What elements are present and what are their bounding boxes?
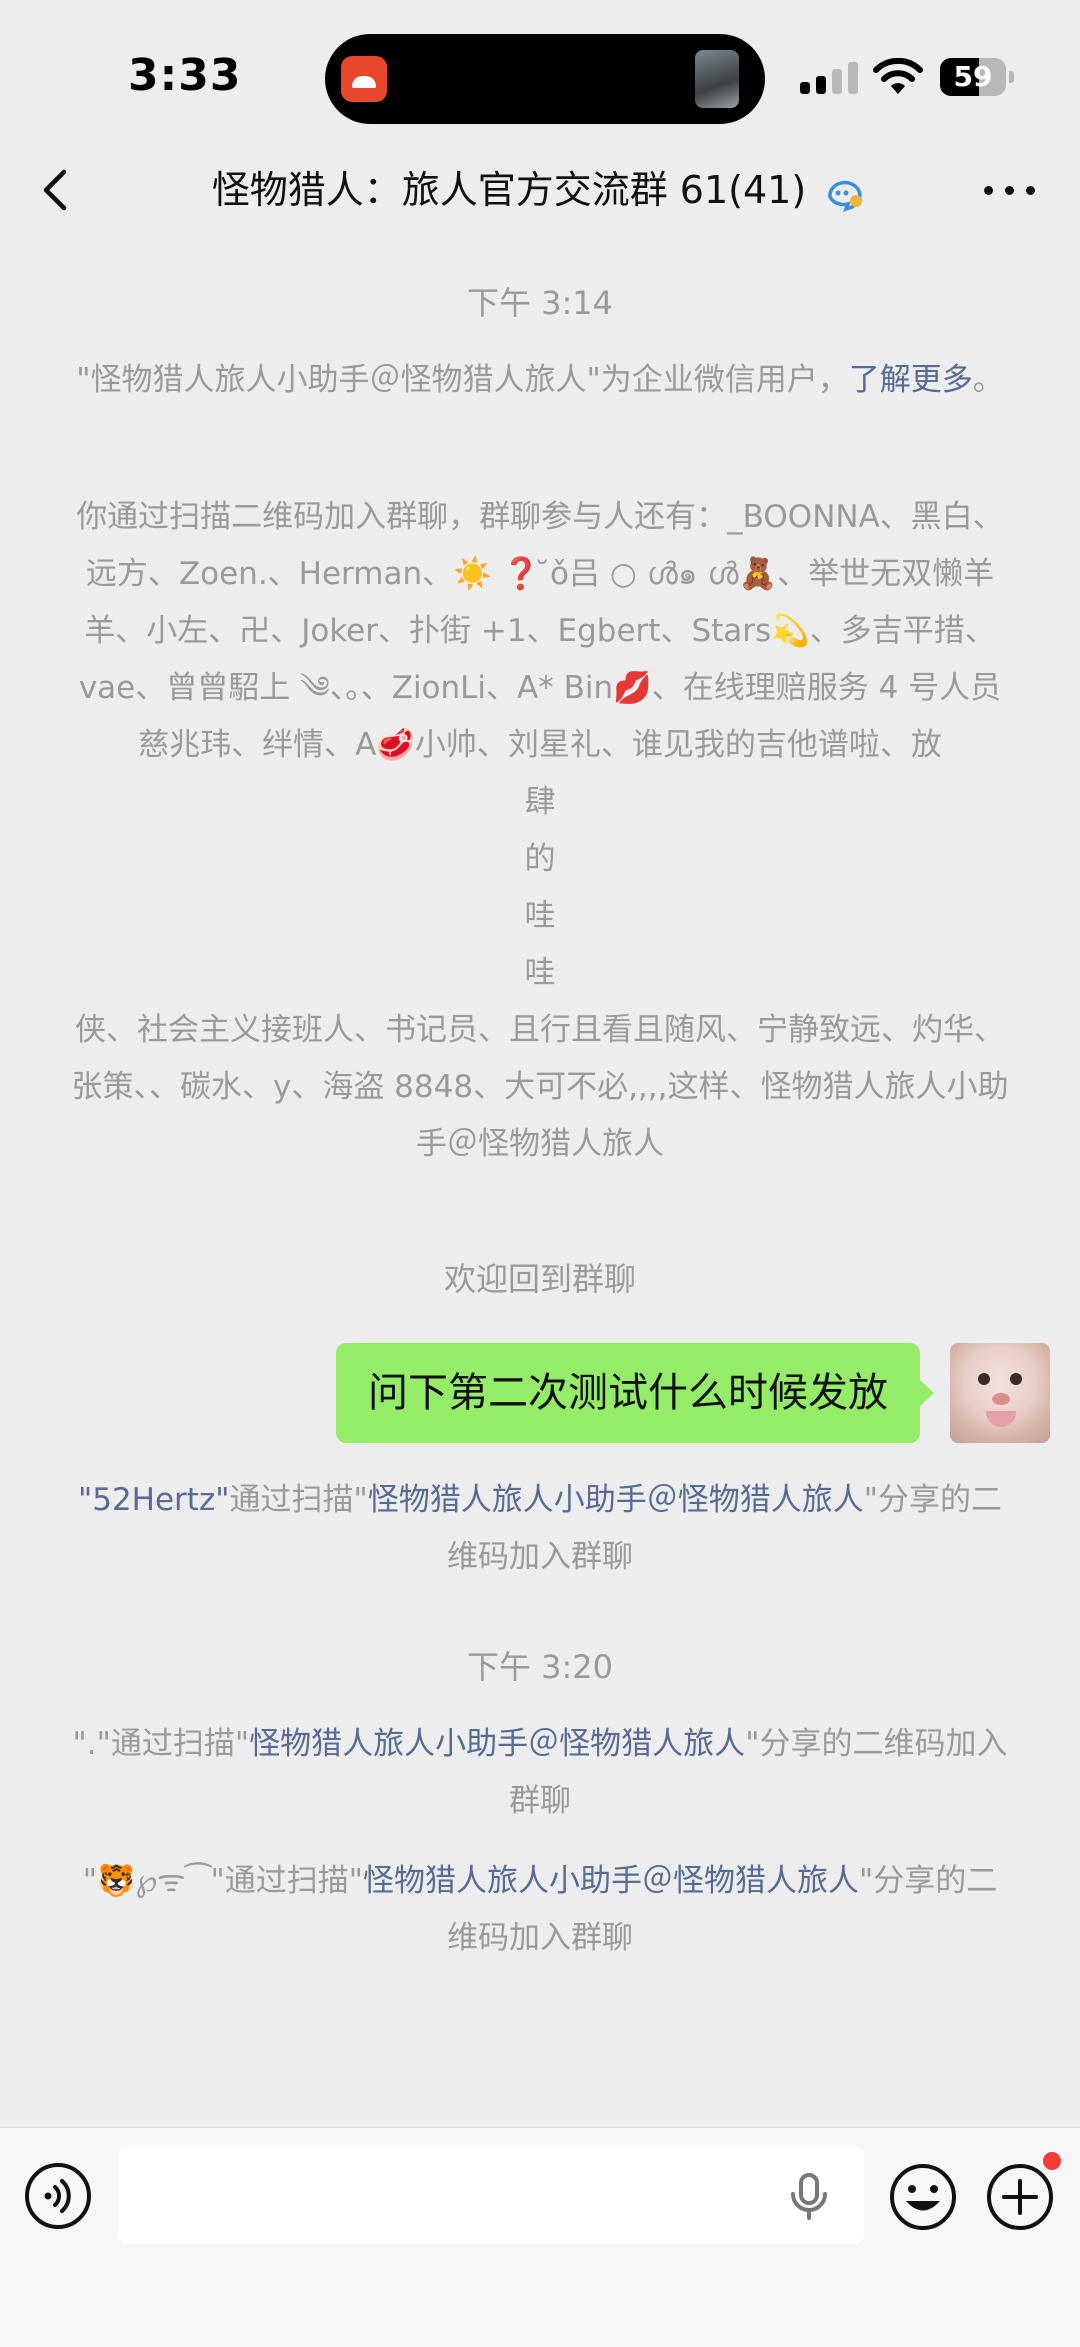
system-notice-join-52hertz: "52Hertz"通过扫描"怪物猎人旅人小助手＠怪物猎人旅人"分享的二维码加入群… (77, 1482, 1003, 1575)
assistant-link[interactable]: 怪物猎人旅人小助手＠怪物猎人旅人 (368, 1482, 864, 1518)
chat-screen: 3:33 59 怪物猎人：旅人官方交流群 61(41) 下午 3:14 "怪物猎… (0, 0, 1080, 2347)
microphone-icon[interactable] (786, 2172, 832, 2220)
wifi-icon (873, 58, 923, 94)
system-notice-join-tiger: "🐯℘ᯤ⁀"通过扫描"怪物猎人旅人小助手＠怪物猎人旅人"分享的二维码加入群聊 (82, 1863, 998, 1956)
member-name: "." (72, 1726, 111, 1762)
welcome-back-notice: 欢迎回到群聊 (443, 1260, 636, 1298)
assistant-link[interactable]: 怪物猎人旅人小助手＠怪物猎人旅人 (249, 1726, 745, 1762)
chevron-left-icon[interactable] (30, 162, 86, 218)
battery-percent: 59 (953, 60, 993, 93)
system-notice-enterprise: "怪物猎人旅人小助手＠怪物猎人旅人"为企业微信用户，了解更多。 (70, 352, 1010, 409)
timestamp: 下午 3:20 (466, 1648, 614, 1686)
message-input[interactable] (118, 2146, 864, 2244)
message-bubble[interactable]: 问下第二次测试什么时候发放 (336, 1343, 920, 1443)
battery-icon: 59 (940, 58, 1016, 96)
live-activity-thumbnail (695, 50, 739, 108)
cellular-signal-icon (800, 62, 860, 94)
emoji-icon[interactable] (888, 2162, 958, 2232)
system-notice-join-dot: "."通过扫描"怪物猎人旅人小助手＠怪物猎人旅人"分享的二维码加入群聊 (72, 1726, 1008, 1819)
status-bar: 3:33 59 (0, 0, 1080, 160)
dynamic-island[interactable] (325, 34, 765, 124)
notification-badge (1043, 2152, 1061, 2170)
bubble-tail (919, 1379, 934, 1407)
chat-title: 怪物猎人：旅人官方交流群 61(41) (170, 162, 910, 218)
live-activity-app-icon (341, 56, 387, 102)
learn-more-link[interactable]: 了解更多 (849, 362, 973, 398)
avatar[interactable] (950, 1343, 1050, 1443)
more-options-button[interactable] (980, 168, 1040, 212)
assistant-link[interactable]: 怪物猎人旅人小助手＠怪物猎人旅人 (363, 1863, 859, 1899)
timestamp: 下午 3:14 (466, 284, 614, 322)
system-notice-text: "怪物猎人旅人小助手＠怪物猎人旅人"为企业微信用户， (76, 362, 849, 398)
status-time: 3:33 (128, 50, 242, 101)
voice-icon[interactable] (24, 2162, 92, 2230)
group-chat-icon (828, 180, 863, 212)
my-message-row: 问下第二次测试什么时候发放 (0, 1343, 1080, 1447)
plus-icon[interactable] (985, 2162, 1055, 2232)
input-bar (0, 2127, 1080, 2347)
member-name-link[interactable]: "52Hertz" (78, 1482, 230, 1518)
join-list-text-part2: 侠、社会主义接班人、书记员、且行且看且随风、宁静致远、灼华、张策、、碳水、y、海… (71, 1012, 1009, 1162)
system-notice-join-list: 你通过扫描二维码加入群聊，群聊参与人还有：_BOONNA、黑白、远方、Zoen.… (70, 489, 1010, 1173)
member-name: "🐯℘ᯤ⁀" (82, 1863, 225, 1899)
join-list-text-part1: 你通过扫描二维码加入群聊，群聊参与人还有：_BOONNA、黑白、远方、Zoen.… (76, 499, 1004, 763)
chat-title-text: 怪物猎人：旅人官方交流群 61(41) (211, 168, 807, 212)
join-list-vertical-name: 肆 的 哇 哇 (524, 784, 556, 991)
system-notice-end: 。 (972, 362, 1004, 398)
chat-header: 怪物猎人：旅人官方交流群 61(41) (0, 150, 1080, 230)
